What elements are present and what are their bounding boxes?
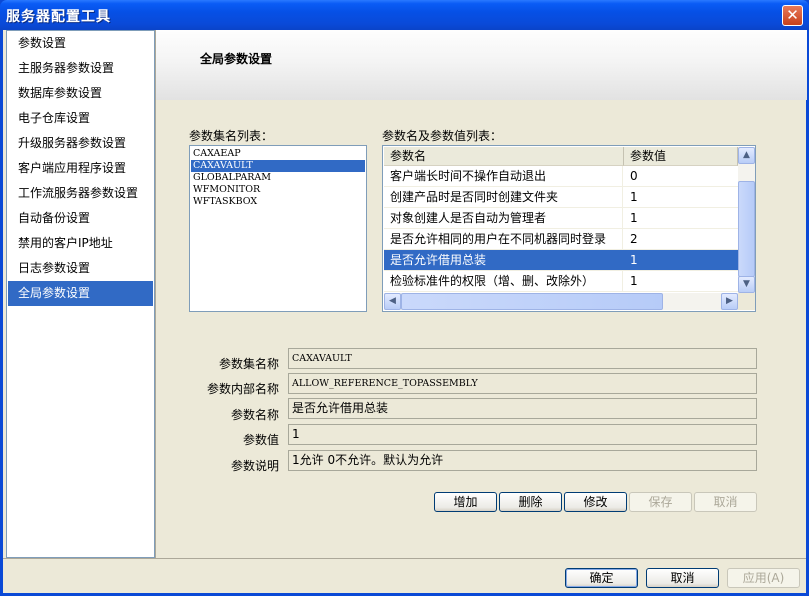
apply-button[interactable]: 应用(A) <box>727 568 800 588</box>
horizontal-scrollbar[interactable]: ◀ ▶ <box>384 293 738 310</box>
scroll-down-icon[interactable]: ▼ <box>738 276 755 293</box>
internal-name-label: 参数内部名称 <box>206 382 279 396</box>
settings-panel: 全局参数设置 参数集名列表： 参数名及参数值列表： CAXAEAP CAXAVA… <box>155 30 807 558</box>
cancel-button[interactable]: 取消 <box>646 568 719 588</box>
modify-button[interactable]: 修改 <box>564 492 627 512</box>
cell-param-value: 0 <box>630 169 638 183</box>
dialog-footer: 确定 取消 应用(A) <box>3 558 806 593</box>
save-button[interactable]: 保存 <box>629 492 692 512</box>
cell-param-value: 1 <box>630 211 638 225</box>
list-item[interactable]: WFMONITOR <box>191 184 365 196</box>
delete-button[interactable]: 删除 <box>499 492 562 512</box>
list-item[interactable]: CAXAEAP <box>191 148 365 160</box>
sidebar-item-client-apps[interactable]: 客户端应用程序设置 <box>8 156 153 181</box>
sidebar-item-upgrade-server[interactable]: 升级服务器参数设置 <box>8 131 153 156</box>
table-row[interactable]: 检验标准件的权限（增、删、改除外） 1 <box>384 271 738 292</box>
table-row[interactable]: 创建产品时是否同时创建文件夹 1 <box>384 187 738 208</box>
sidebar-item-auto-backup[interactable]: 自动备份设置 <box>8 206 153 231</box>
param-list-label: 参数名及参数值列表： <box>382 129 503 143</box>
param-desc-field[interactable]: 1允许 0不允许。默认为允许 <box>288 450 757 471</box>
cell-param-value: 2 <box>630 232 638 246</box>
page-title: 全局参数设置 <box>200 52 273 66</box>
sidebar-item-e-vault[interactable]: 电子仓库设置 <box>8 106 153 131</box>
table-row[interactable]: 是否允许相同的用户在不同机器同时登录 2 <box>384 229 738 250</box>
cell-param-value: 1 <box>630 190 638 204</box>
param-name-label: 参数名称 <box>230 408 279 422</box>
cell-param-value: 1 <box>630 274 638 288</box>
vertical-scrollbar[interactable]: ▲ ▼ <box>738 147 755 293</box>
ok-button[interactable]: 确定 <box>565 568 638 588</box>
param-grid: 参数名 参数值 客户端长时间不操作自动退出 0 创建产品时是否同时创建文件夹 1… <box>382 145 756 312</box>
list-item[interactable]: WFTASKBOX <box>191 196 365 208</box>
sidebar-item-param-settings[interactable]: 参数设置 <box>8 31 153 56</box>
sidebar-item-blocked-ips[interactable]: 禁用的客户IP地址 <box>8 231 153 256</box>
title-bar[interactable]: 服务器配置工具 ✕ <box>0 0 809 30</box>
scroll-up-icon[interactable]: ▲ <box>738 147 755 164</box>
vertical-scroll-thumb[interactable] <box>738 181 755 277</box>
scroll-left-icon[interactable]: ◀ <box>384 293 401 310</box>
sidebar-item-global-settings[interactable]: 全局参数设置 <box>8 281 153 306</box>
sidebar-item-main-server[interactable]: 主服务器参数设置 <box>8 56 153 81</box>
cancel-edit-button[interactable]: 取消 <box>694 492 757 512</box>
param-value-field[interactable]: 1 <box>288 424 757 445</box>
window-title: 服务器配置工具 <box>6 9 111 25</box>
param-set-listbox[interactable]: CAXAEAP CAXAVAULT GLOBALPARAM WFMONITOR … <box>189 145 367 312</box>
cell-param-name: 是否允许相同的用户在不同机器同时登录 <box>390 232 607 246</box>
cell-param-name: 检验标准件的权限（增、删、改除外） <box>390 274 595 288</box>
table-row[interactable]: 对象创建人是否自动为管理者 1 <box>384 208 738 229</box>
cell-param-name: 是否允许借用总装 <box>390 253 487 267</box>
set-list-label: 参数集名列表： <box>189 129 274 143</box>
list-item[interactable]: CAXAVAULT <box>191 160 365 172</box>
table-row[interactable]: 客户端长时间不操作自动退出 0 <box>384 166 738 187</box>
panel-header: 全局参数设置 <box>156 30 807 100</box>
app-window: 服务器配置工具 ✕ 参数设置 主服务器参数设置 数据库参数设置 电子仓库设置 升… <box>0 0 809 596</box>
cell-param-name: 客户端长时间不操作自动退出 <box>390 169 547 183</box>
scroll-right-icon[interactable]: ▶ <box>721 293 738 310</box>
column-header-value[interactable]: 参数值 <box>624 147 738 166</box>
cell-param-name: 创建产品时是否同时创建文件夹 <box>390 190 559 204</box>
param-name-field[interactable]: 是否允许借用总装 <box>288 398 757 419</box>
add-button[interactable]: 增加 <box>434 492 497 512</box>
param-value-label: 参数值 <box>242 433 279 447</box>
internal-name-field[interactable]: ALLOW_REFERENCE_TOPASSEMBLY <box>288 373 757 394</box>
cell-param-value: 1 <box>630 253 638 267</box>
set-name-field[interactable]: CAXAVAULT <box>288 348 757 369</box>
sidebar-nav: 参数设置 主服务器参数设置 数据库参数设置 电子仓库设置 升级服务器参数设置 客… <box>6 30 155 558</box>
param-desc-label: 参数说明 <box>230 459 279 473</box>
sidebar-item-log-settings[interactable]: 日志参数设置 <box>8 256 153 281</box>
cell-param-name: 对象创建人是否自动为管理者 <box>390 211 547 225</box>
dialog-body: 参数设置 主服务器参数设置 数据库参数设置 电子仓库设置 升级服务器参数设置 客… <box>3 30 807 593</box>
scrollbar-corner <box>738 293 755 310</box>
close-icon[interactable]: ✕ <box>782 5 803 26</box>
horizontal-scroll-thumb[interactable] <box>401 293 663 310</box>
set-name-label: 参数集名称 <box>218 357 279 371</box>
sidebar-item-workflow-server[interactable]: 工作流服务器参数设置 <box>8 181 153 206</box>
column-header-name[interactable]: 参数名 <box>384 147 624 166</box>
sidebar-item-database[interactable]: 数据库参数设置 <box>8 81 153 106</box>
table-row[interactable]: 是否允许借用总装 1 <box>384 250 738 271</box>
list-item[interactable]: GLOBALPARAM <box>191 172 365 184</box>
